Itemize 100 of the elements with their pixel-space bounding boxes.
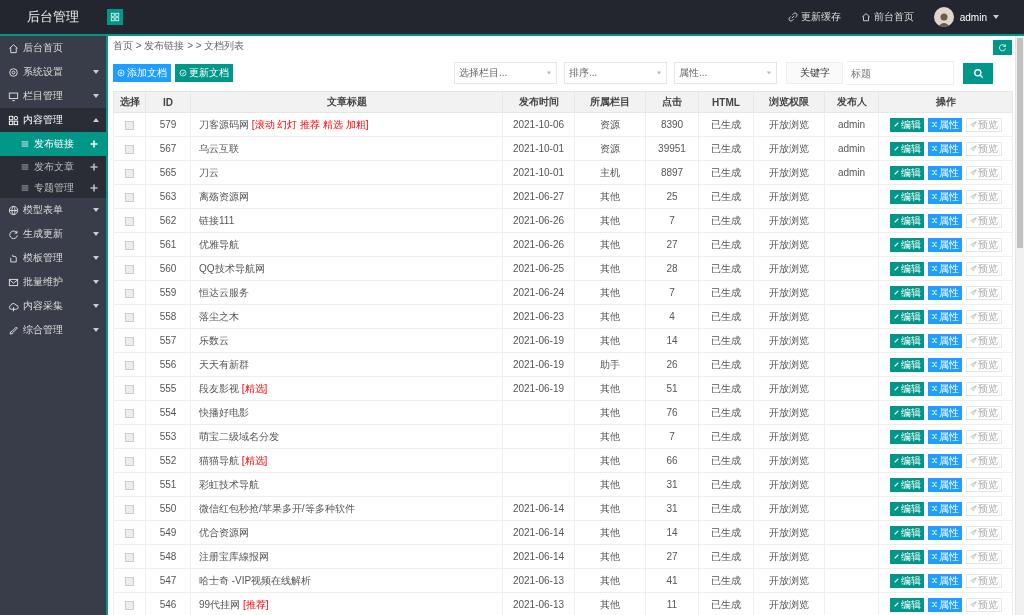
edit-button[interactable]: 编辑 [889,453,924,468]
row-checkbox[interactable] [125,480,134,490]
preview-button[interactable]: 预览 [965,141,1002,156]
attribute-button[interactable]: 属性 [927,549,962,564]
attribute-button[interactable]: 属性 [927,597,962,612]
edit-button[interactable]: 编辑 [889,501,924,516]
sidebar-item[interactable]: 模型表单 [0,198,106,222]
edit-button[interactable]: 编辑 [889,165,924,180]
edit-button[interactable]: 编辑 [889,237,924,252]
preview-button[interactable]: 预览 [965,405,1002,420]
preview-button[interactable]: 预览 [965,165,1002,180]
preview-button[interactable]: 预览 [965,117,1002,132]
attribute-button[interactable]: 属性 [927,237,962,252]
row-checkbox[interactable] [125,216,134,226]
attribute-button[interactable]: 属性 [927,525,962,540]
avatar[interactable] [933,7,954,27]
header-link[interactable]: 前台首页 [860,10,914,24]
row-checkbox[interactable] [125,120,134,130]
row-checkbox[interactable] [125,312,134,322]
filter-select[interactable]: 排序... [564,62,667,84]
plus-icon[interactable] [90,183,98,192]
sidebar-item[interactable]: 系统设置 [0,60,106,84]
preview-button[interactable]: 预览 [965,285,1002,300]
row-checkbox[interactable] [125,408,134,418]
preview-button[interactable]: 预览 [965,261,1002,276]
refresh-button[interactable] [993,39,1012,55]
toolbar-button[interactable]: 添加文档 [113,64,171,82]
edit-button[interactable]: 编辑 [889,381,924,396]
sidebar-subitem[interactable]: 专题管理 [0,177,106,198]
preview-button[interactable]: 预览 [965,549,1002,564]
edit-button[interactable]: 编辑 [889,117,924,132]
attribute-button[interactable]: 属性 [927,285,962,300]
preview-button[interactable]: 预览 [965,381,1002,396]
edit-button[interactable]: 编辑 [889,429,924,444]
edit-button[interactable]: 编辑 [889,189,924,204]
row-checkbox[interactable] [125,168,134,178]
row-checkbox[interactable] [125,360,134,370]
preview-button[interactable]: 预览 [965,429,1002,444]
preview-button[interactable]: 预览 [965,453,1002,468]
sidebar-item[interactable]: 内容管理 [0,108,106,132]
edit-button[interactable]: 编辑 [889,477,924,492]
attribute-button[interactable]: 属性 [927,453,962,468]
scrollbar-thumb[interactable] [1017,38,1023,248]
user-name[interactable]: admin [959,11,987,23]
edit-button[interactable]: 编辑 [889,213,924,228]
preview-button[interactable]: 预览 [965,189,1002,204]
edit-button[interactable]: 编辑 [889,141,924,156]
filter-select[interactable]: 选择栏目... [454,62,557,84]
row-checkbox[interactable] [125,192,134,202]
preview-button[interactable]: 预览 [965,357,1002,372]
attribute-button[interactable]: 属性 [927,261,962,276]
attribute-button[interactable]: 属性 [927,189,962,204]
preview-button[interactable]: 预览 [965,573,1002,588]
row-checkbox[interactable] [125,576,134,586]
search-button[interactable] [963,62,993,84]
row-checkbox[interactable] [125,336,134,346]
attribute-button[interactable]: 属性 [927,429,962,444]
edit-button[interactable]: 编辑 [889,333,924,348]
edit-button[interactable]: 编辑 [889,597,924,612]
sidebar-item[interactable]: 后台首页 [0,36,106,60]
attribute-button[interactable]: 属性 [927,381,962,396]
row-checkbox[interactable] [125,144,134,154]
attribute-button[interactable]: 属性 [927,141,962,156]
header-link[interactable]: 更新缓存 [787,10,841,24]
preview-button[interactable]: 预览 [965,525,1002,540]
sidebar-item[interactable]: 批量维护 [0,270,106,294]
row-checkbox[interactable] [125,240,134,250]
attribute-button[interactable]: 属性 [927,117,962,132]
sidebar-item[interactable]: 模板管理 [0,246,106,270]
edit-button[interactable]: 编辑 [889,309,924,324]
edit-button[interactable]: 编辑 [889,261,924,276]
attribute-button[interactable]: 属性 [927,357,962,372]
filter-select[interactable]: 属性... [674,62,777,84]
attribute-button[interactable]: 属性 [927,309,962,324]
edit-button[interactable]: 编辑 [889,549,924,564]
attribute-button[interactable]: 属性 [927,573,962,588]
attribute-button[interactable]: 属性 [927,501,962,516]
edit-button[interactable]: 编辑 [889,357,924,372]
attribute-button[interactable]: 属性 [927,405,962,420]
edit-button[interactable]: 编辑 [889,285,924,300]
row-checkbox[interactable] [125,504,134,514]
attribute-button[interactable]: 属性 [927,333,962,348]
preview-button[interactable]: 预览 [965,501,1002,516]
attribute-button[interactable]: 属性 [927,165,962,180]
toolbar-button[interactable]: 更新文档 [175,64,233,82]
row-checkbox[interactable] [125,456,134,466]
attribute-button[interactable]: 属性 [927,477,962,492]
preview-button[interactable]: 预览 [965,213,1002,228]
preview-button[interactable]: 预览 [965,237,1002,252]
row-checkbox[interactable] [125,384,134,394]
preview-button[interactable]: 预览 [965,309,1002,324]
attribute-button[interactable]: 属性 [927,213,962,228]
preview-button[interactable]: 预览 [965,597,1002,612]
preview-button[interactable]: 预览 [965,333,1002,348]
row-checkbox[interactable] [125,264,134,274]
sidebar-item[interactable]: 生成更新 [0,222,106,246]
sidebar-subitem[interactable]: 发布链接 [0,132,106,156]
search-field[interactable]: 标题 [847,61,954,85]
edit-button[interactable]: 编辑 [889,405,924,420]
caret-icon[interactable] [992,13,1000,21]
